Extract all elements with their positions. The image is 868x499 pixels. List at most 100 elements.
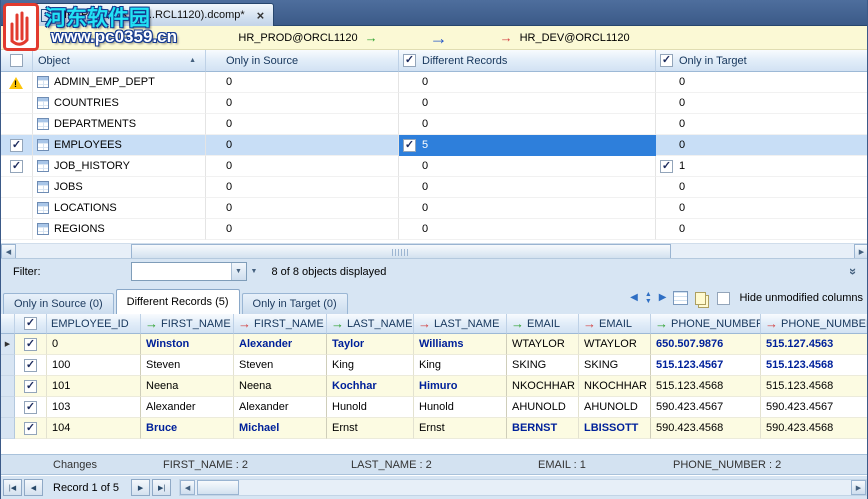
source-value-cell[interactable]: Neena — [141, 376, 234, 397]
employee-id-cell[interactable]: 0 — [47, 334, 141, 355]
target-column-header[interactable]: → LAST_NAME — [414, 314, 507, 334]
target-value-cell[interactable]: LBISSOTT — [579, 418, 651, 439]
employee-id-cell[interactable]: 101 — [47, 376, 141, 397]
only-in-target-cell[interactable]: 0 — [656, 177, 867, 198]
object-select-cell[interactable]: ! — [1, 72, 33, 93]
object-row-checkbox[interactable]: ✓ — [10, 159, 23, 173]
source-value-cell[interactable]: King — [327, 355, 414, 376]
source-column-header[interactable]: → LAST_NAME — [327, 314, 414, 334]
different-records-cell[interactable]: 0 — [399, 93, 656, 114]
hide-unmodified-checkbox[interactable] — [717, 291, 731, 305]
scrollbar-track[interactable] — [16, 244, 854, 259]
object-name-cell[interactable]: JOBS — [33, 177, 206, 198]
source-column-header[interactable]: → FIRST_NAME — [141, 314, 234, 334]
only-in-target-checkbox[interactable]: ✓ — [660, 159, 673, 173]
record-row[interactable]: ✓ 103 Alexander Alexander Hunold Hunold AHUNOL… — [1, 397, 867, 418]
select-all-records-checkbox[interactable]: ✓ — [24, 317, 37, 330]
source-value-cell[interactable]: NKOCHHAR — [507, 376, 579, 397]
results-tab[interactable]: Only in Source (0) — [3, 293, 114, 314]
export-grid-icon[interactable] — [673, 291, 689, 305]
record-row[interactable]: ▶ ✓ 0 Winston Alexander Taylor Williams WTAYLOR… — [1, 334, 867, 355]
target-value-cell[interactable]: King — [414, 355, 507, 376]
object-name-cell[interactable]: EMPLOYEES — [33, 135, 206, 156]
target-value-cell[interactable]: Williams — [414, 334, 507, 355]
only-in-source-cell[interactable]: 0 — [206, 72, 399, 93]
scroll-right-icon[interactable]: ▶ — [851, 480, 866, 495]
filter-dropdown-icon[interactable]: ▼ — [230, 263, 246, 280]
object-name-cell[interactable]: COUNTRIES — [33, 93, 206, 114]
only-in-source-cell[interactable]: 0 — [206, 156, 399, 177]
source-value-cell[interactable]: Bruce — [141, 418, 234, 439]
target-value-cell[interactable]: 515.123.4568 — [761, 376, 867, 397]
hide-unmodified-label[interactable]: Hide unmodified columns — [739, 292, 863, 304]
object-select-cell[interactable] — [1, 219, 33, 240]
target-value-cell[interactable]: Alexander — [234, 397, 327, 418]
target-value-cell[interactable]: 590.423.4568 — [761, 418, 867, 439]
record-select-cell[interactable]: ✓ — [15, 418, 47, 439]
record-select-cell[interactable]: ✓ — [15, 334, 47, 355]
source-column-header[interactable]: → EMAIL — [507, 314, 579, 334]
object-row[interactable]: REGIONS 0 0 0 — [1, 219, 867, 240]
objects-grid-hscrollbar[interactable]: ◀ ▶ — [1, 243, 867, 259]
source-value-cell[interactable]: BERNST — [507, 418, 579, 439]
target-value-cell[interactable]: SKING — [579, 355, 651, 376]
copy-icon[interactable] — [695, 291, 707, 305]
source-value-cell[interactable]: WTAYLOR — [507, 334, 579, 355]
source-value-cell[interactable]: 590.423.4568 — [651, 418, 761, 439]
object-select-cell[interactable] — [1, 198, 33, 219]
source-value-cell[interactable]: 650.507.9876 — [651, 334, 761, 355]
source-value-cell[interactable]: Alexander — [141, 397, 234, 418]
employee-id-column-header[interactable]: EMPLOYEE_ID — [47, 314, 141, 334]
source-value-cell[interactable]: 590.423.4567 — [651, 397, 761, 418]
record-checkbox[interactable]: ✓ — [24, 421, 37, 435]
scroll-left-icon[interactable]: ◀ — [180, 480, 196, 495]
only-in-target-header-checkbox[interactable]: ✓ — [660, 54, 673, 67]
different-records-cell[interactable]: 0 — [399, 219, 656, 240]
collapse-panel-icon[interactable]: » — [846, 268, 861, 275]
source-value-cell[interactable]: 515.123.4567 — [651, 355, 761, 376]
source-value-cell[interactable]: Ernst — [327, 418, 414, 439]
row-difference-nav-icon[interactable]: ▲ ▼ — [645, 291, 652, 305]
record-checkbox[interactable]: ✓ — [24, 358, 37, 372]
only-in-source-cell[interactable]: 0 — [206, 198, 399, 219]
target-value-cell[interactable]: NKOCHHAR — [579, 376, 651, 397]
scroll-left-icon[interactable]: ◀ — [1, 244, 16, 259]
only-in-source-column-header[interactable]: Only in Source — [206, 50, 399, 72]
results-tab[interactable]: Only in Target (0) — [241, 293, 348, 314]
target-value-cell[interactable]: Himuro — [414, 376, 507, 397]
object-name-cell[interactable]: DEPARTMENTS — [33, 114, 206, 135]
target-column-header[interactable]: → PHONE_NUMBER — [761, 314, 867, 334]
target-value-cell[interactable]: Steven — [234, 355, 327, 376]
select-all-objects-cell[interactable] — [1, 50, 33, 72]
object-row[interactable]: ✓ JOB_HISTORY 0 0 ✓ 1 — [1, 156, 867, 177]
object-row-checkbox[interactable]: ✓ — [10, 138, 23, 152]
document-tab[interactable]: HR_PROD vs HR...RCL1120).dcomp* × — [31, 3, 275, 26]
object-row[interactable]: ! ADMIN_EMP_DEPT 0 0 0 — [1, 72, 867, 93]
object-name-cell[interactable]: ADMIN_EMP_DEPT — [33, 72, 206, 93]
only-in-source-cell[interactable]: 0 — [206, 93, 399, 114]
source-value-cell[interactable]: Steven — [141, 355, 234, 376]
next-record-button[interactable]: ▶ — [131, 479, 151, 496]
object-column-header[interactable]: Object ▲ — [33, 50, 206, 72]
target-value-cell[interactable]: WTAYLOR — [579, 334, 651, 355]
different-records-cell[interactable]: 0 — [399, 198, 656, 219]
different-records-cell[interactable]: 0 — [399, 114, 656, 135]
different-records-cell[interactable]: 0 — [399, 177, 656, 198]
object-row[interactable]: ✓ EMPLOYEES 0 ✓ 5 0 — [1, 135, 867, 156]
object-row[interactable]: LOCATIONS 0 0 0 — [1, 198, 867, 219]
different-records-checkbox[interactable]: ✓ — [403, 138, 416, 152]
employee-id-cell[interactable]: 104 — [47, 418, 141, 439]
object-name-cell[interactable]: REGIONS — [33, 219, 206, 240]
next-column-difference-icon[interactable]: ▶ — [659, 293, 667, 303]
object-row[interactable]: JOBS 0 0 0 — [1, 177, 867, 198]
prev-column-difference-icon[interactable]: ◀ — [630, 293, 638, 303]
source-value-cell[interactable]: AHUNOLD — [507, 397, 579, 418]
only-in-target-cell[interactable]: 0 — [656, 219, 867, 240]
object-name-cell[interactable]: JOB_HISTORY — [33, 156, 206, 177]
record-select-cell[interactable]: ✓ — [15, 376, 47, 397]
object-select-cell[interactable]: ✓ — [1, 156, 33, 177]
object-select-cell[interactable]: ✓ — [1, 135, 33, 156]
only-in-target-cell[interactable]: 0 — [656, 93, 867, 114]
only-in-source-cell[interactable]: 0 — [206, 177, 399, 198]
scrollbar-thumb[interactable] — [131, 244, 671, 259]
